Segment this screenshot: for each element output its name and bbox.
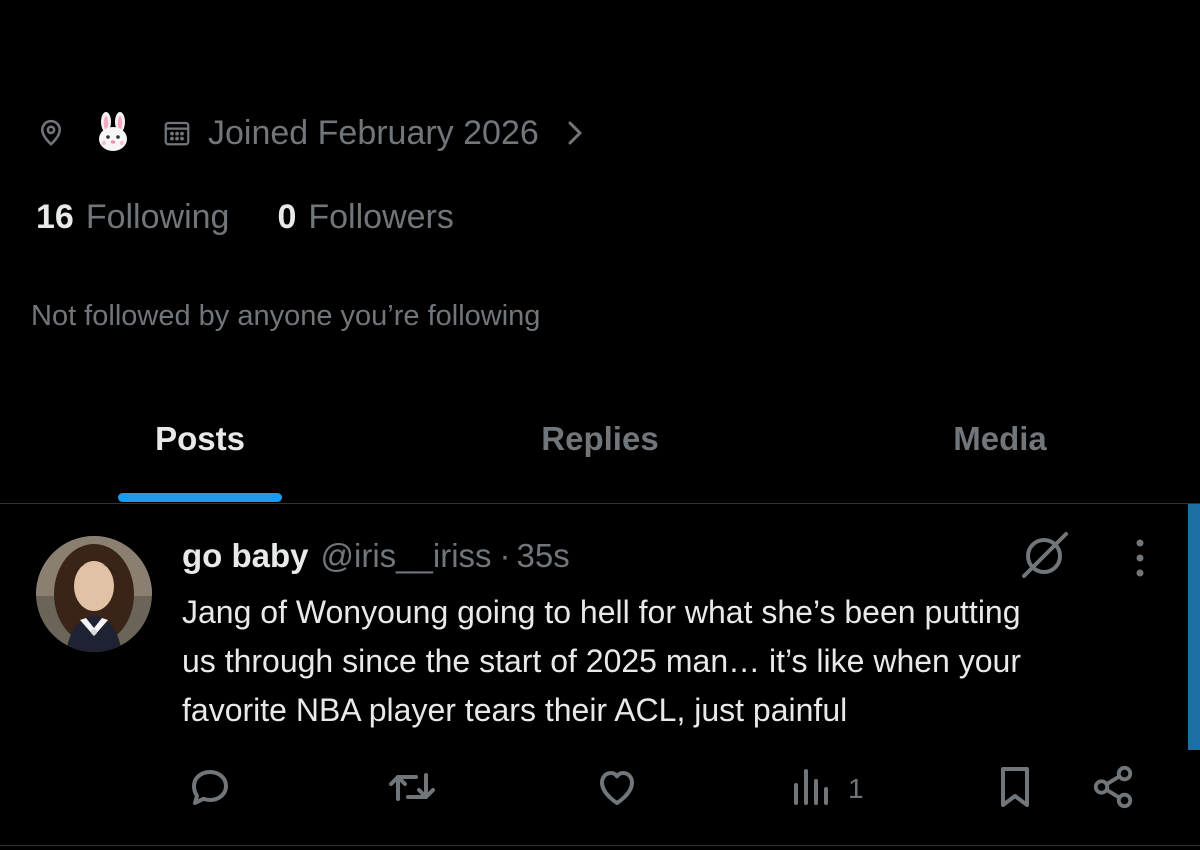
views-button[interactable]: 1	[790, 762, 864, 816]
views-count: 1	[848, 773, 864, 804]
divider	[0, 845, 1200, 846]
tab-media[interactable]: Media	[800, 400, 1200, 504]
repost-button[interactable]	[386, 762, 438, 816]
post-header: go baby @iris__iriss · 35s	[182, 532, 570, 580]
repost-icon	[386, 763, 438, 816]
tab-label: Media	[953, 420, 1047, 457]
tab-label: Posts	[155, 420, 245, 457]
share-button[interactable]	[1090, 762, 1136, 816]
active-tab-indicator	[118, 493, 282, 502]
calendar-icon	[162, 118, 192, 148]
more-vertical-icon[interactable]	[1128, 537, 1152, 584]
followers-label: Followers	[308, 197, 454, 236]
post-body: Jang of Wonyoung going to hell for what …	[182, 588, 1172, 735]
scrollbar-thumb[interactable]	[1188, 504, 1200, 750]
heart-icon	[592, 763, 642, 816]
grok-icon[interactable]	[1018, 530, 1072, 585]
reply-button[interactable]	[186, 762, 234, 816]
author-display-name[interactable]: go baby	[182, 537, 309, 575]
bookmark-button[interactable]	[994, 762, 1036, 816]
followers-link[interactable]: 0 Followers	[277, 198, 453, 237]
follow-stats: 16 Following 0 Followers	[36, 192, 454, 242]
chevron-right-icon[interactable]	[565, 118, 585, 148]
profile-tabs: Posts Replies Media	[0, 400, 1200, 504]
bookmark-icon	[994, 763, 1036, 816]
following-label: Following	[85, 197, 230, 236]
post-timestamp[interactable]: 35s	[517, 537, 570, 575]
avatar[interactable]	[36, 536, 152, 652]
following-link[interactable]: 16 Following	[36, 198, 229, 237]
share-icon	[1090, 763, 1136, 816]
tab-posts[interactable]: Posts	[0, 400, 400, 504]
post-text-line: favorite NBA player tears their ACL, jus…	[182, 692, 848, 728]
mutual-followers-text: Not followed by anyone you’re following	[31, 300, 541, 332]
post-text-line: Jang of Wonyoung going to hell for what …	[182, 594, 1021, 630]
author-handle[interactable]: @iris__iriss	[321, 537, 492, 575]
like-button[interactable]	[592, 762, 642, 816]
reply-icon	[186, 763, 234, 816]
post-text-line: us through since the start of 2025 man… …	[182, 643, 1021, 679]
bunny-emoji	[92, 112, 134, 154]
separator-dot: ·	[499, 537, 511, 574]
tab-replies[interactable]: Replies	[400, 400, 800, 504]
post-actions: 1	[0, 762, 1200, 816]
joined-date: Joined February 2026	[208, 113, 539, 152]
location-pin-icon	[36, 118, 66, 148]
views-chart-icon	[790, 763, 834, 816]
profile-meta-row: Joined February 2026	[36, 108, 585, 158]
followers-count: 0	[277, 197, 297, 236]
tab-label: Replies	[541, 420, 659, 457]
following-count: 16	[36, 197, 74, 236]
